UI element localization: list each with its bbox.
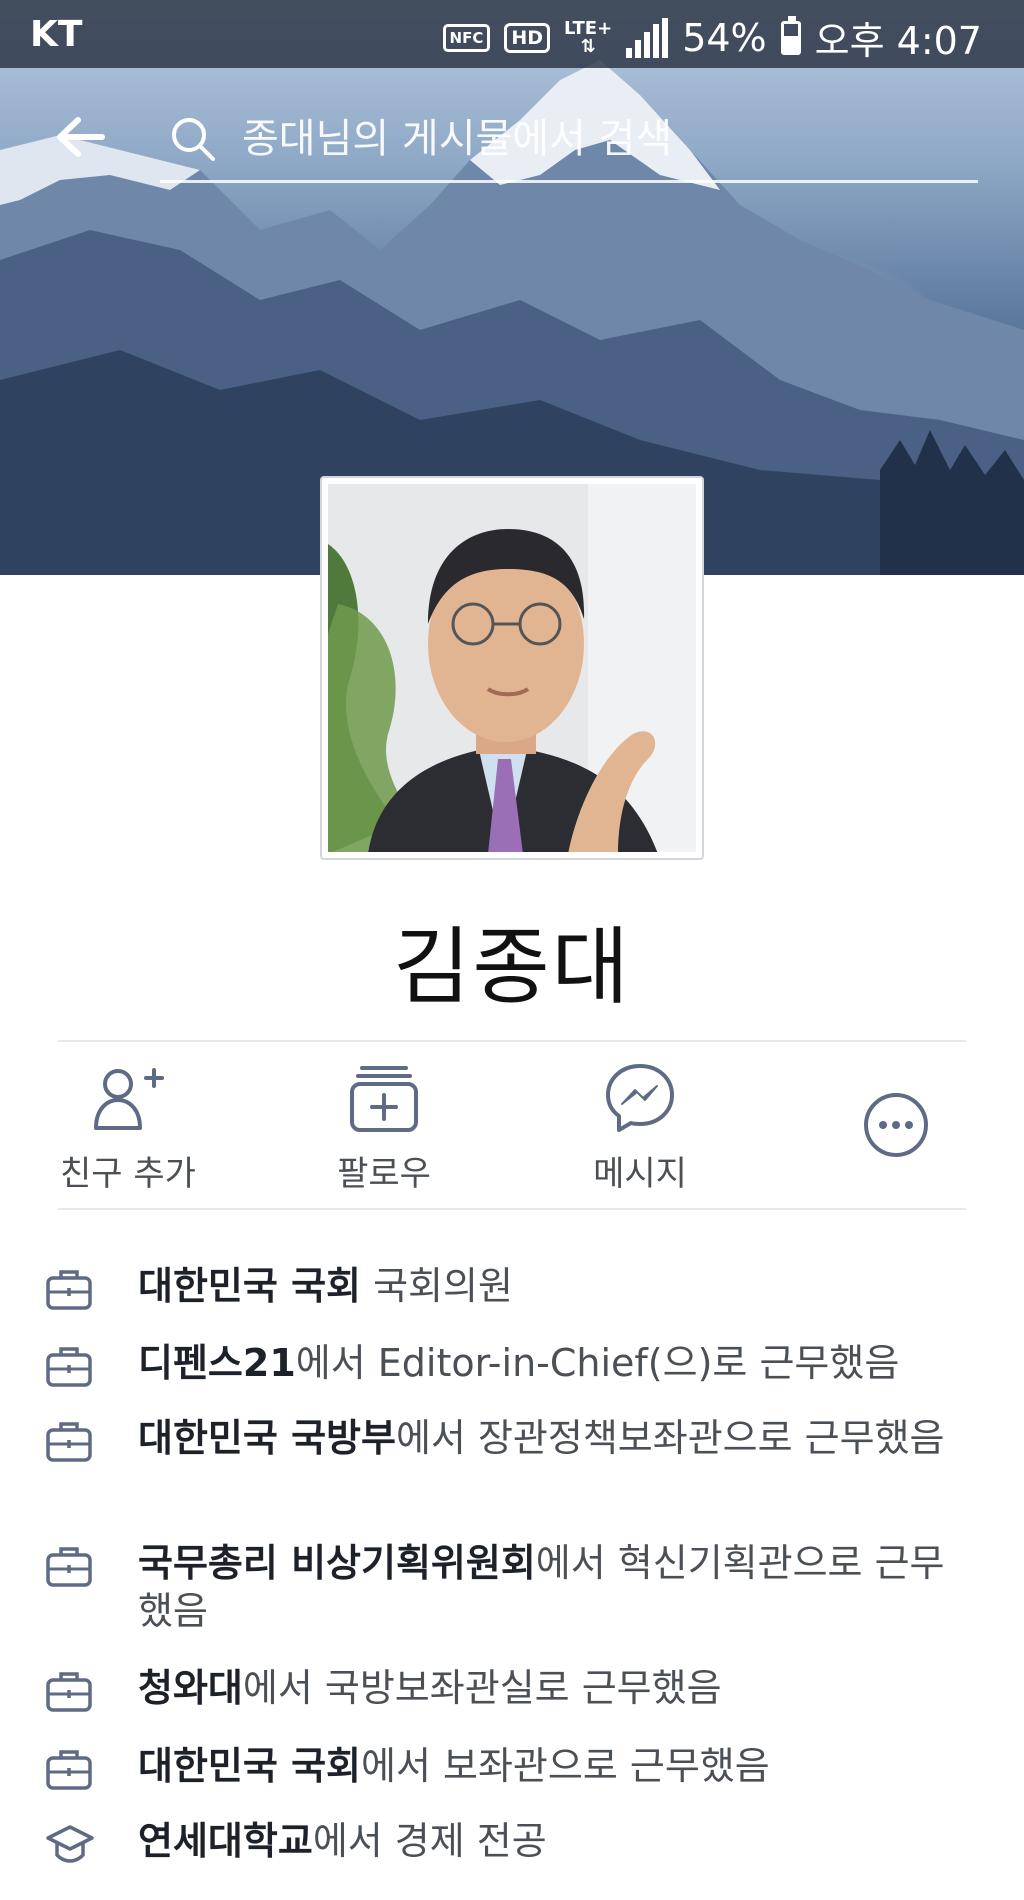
intro-item-detail: 국회의원 — [361, 1264, 513, 1308]
briefcase-icon — [44, 1266, 94, 1316]
profile-picture[interactable] — [320, 476, 704, 860]
nfc-icon: NFC — [442, 23, 491, 52]
search-icon — [168, 114, 218, 168]
intro-item-org[interactable]: 국무총리 비상기획위원회 — [138, 1541, 536, 1585]
status-icons: NFC HD LTE+ ⇅ 54% 오후 4:07 — [442, 10, 982, 65]
back-arrow-icon[interactable] — [50, 112, 110, 162]
briefcase-icon — [44, 1668, 94, 1718]
message-label: 메시지 — [593, 1154, 687, 1194]
person-portrait — [328, 484, 696, 852]
intro-item-text: 대한민국 국방부에서 장관정책보좌관으로 근무했음 — [138, 1414, 978, 1462]
intro-item-org[interactable]: 연세대학교 — [138, 1819, 313, 1863]
intro-item-detail: 에서 경제 전공 — [312, 1819, 547, 1863]
carrier-label: KT — [30, 14, 83, 55]
profile-actions: 친구 추가 팔로우 메시지 — [0, 1058, 1024, 1208]
add-friend-icon — [94, 1068, 164, 1130]
follow-label: 팔로우 — [337, 1154, 431, 1194]
profile-name: 김종대 — [393, 918, 631, 1016]
briefcase-icon — [44, 1343, 94, 1393]
intro-item-detail: 에서 보좌관으로 근무했음 — [361, 1744, 770, 1788]
add-friend-button[interactable]: 친구 추가 — [18, 1058, 238, 1195]
briefcase-icon — [44, 1746, 94, 1796]
intro-item-org[interactable]: 청와대 — [138, 1666, 243, 1710]
add-friend-label: 친구 추가 — [60, 1154, 196, 1194]
messenger-icon — [606, 1064, 674, 1132]
network-type-icon: LTE+ ⇅ — [564, 17, 613, 57]
intro-item-text: 대한민국 국회에서 보좌관으로 근무했음 — [138, 1742, 978, 1790]
intro-item-detail: 에서 Editor-in-Chief(으)로 근무했음 — [295, 1341, 900, 1385]
more-button[interactable] — [786, 1090, 1006, 1160]
network-label: LTE+ — [564, 17, 613, 39]
follow-icon — [350, 1066, 418, 1132]
search-input[interactable] — [240, 108, 964, 170]
search-bar[interactable] — [160, 100, 978, 183]
intro-item-text: 디펜스21에서 Editor-in-Chief(으)로 근무했음 — [138, 1339, 978, 1387]
message-button[interactable]: 메시지 — [530, 1058, 750, 1195]
more-icon — [864, 1093, 928, 1157]
intro-item-org[interactable]: 대한민국 국회 — [138, 1264, 361, 1308]
intro-item-org[interactable]: 대한민국 국방부 — [138, 1416, 396, 1460]
battery-icon — [780, 15, 801, 55]
signal-icon — [626, 17, 669, 58]
follow-button[interactable]: 팔로우 — [274, 1058, 494, 1195]
intro-item-org[interactable]: 디펜스21 — [138, 1341, 296, 1385]
intro-item-text: 대한민국 국회 국회의원 — [138, 1262, 978, 1310]
intro-item-text: 연세대학교에서 경제 전공 — [138, 1817, 978, 1865]
intro-item-text: 청와대에서 국방보좌관실로 근무했음 — [138, 1664, 978, 1712]
hd-voice-icon: HD — [504, 22, 551, 53]
intro-item-org[interactable]: 대한민국 국회 — [138, 1744, 361, 1788]
intro-item-detail: 에서 국방보좌관실로 근무했음 — [242, 1666, 722, 1710]
divider-top — [58, 1040, 966, 1042]
status-bar: KT NFC HD LTE+ ⇅ 54% 오후 4:07 — [0, 0, 1024, 68]
briefcase-icon — [44, 1418, 94, 1468]
clock: 오후 4:07 — [814, 19, 982, 63]
briefcase-icon — [44, 1543, 94, 1593]
divider-bottom — [58, 1208, 966, 1210]
profile-photo — [328, 484, 696, 852]
graduation-cap-icon — [44, 1821, 96, 1871]
battery-percent: 54% — [682, 15, 767, 60]
intro-item-text: 국무총리 비상기획위원회에서 혁신기획관으로 근무했음 — [138, 1539, 978, 1635]
intro-item-detail: 에서 장관정책보좌관으로 근무했음 — [395, 1416, 945, 1460]
